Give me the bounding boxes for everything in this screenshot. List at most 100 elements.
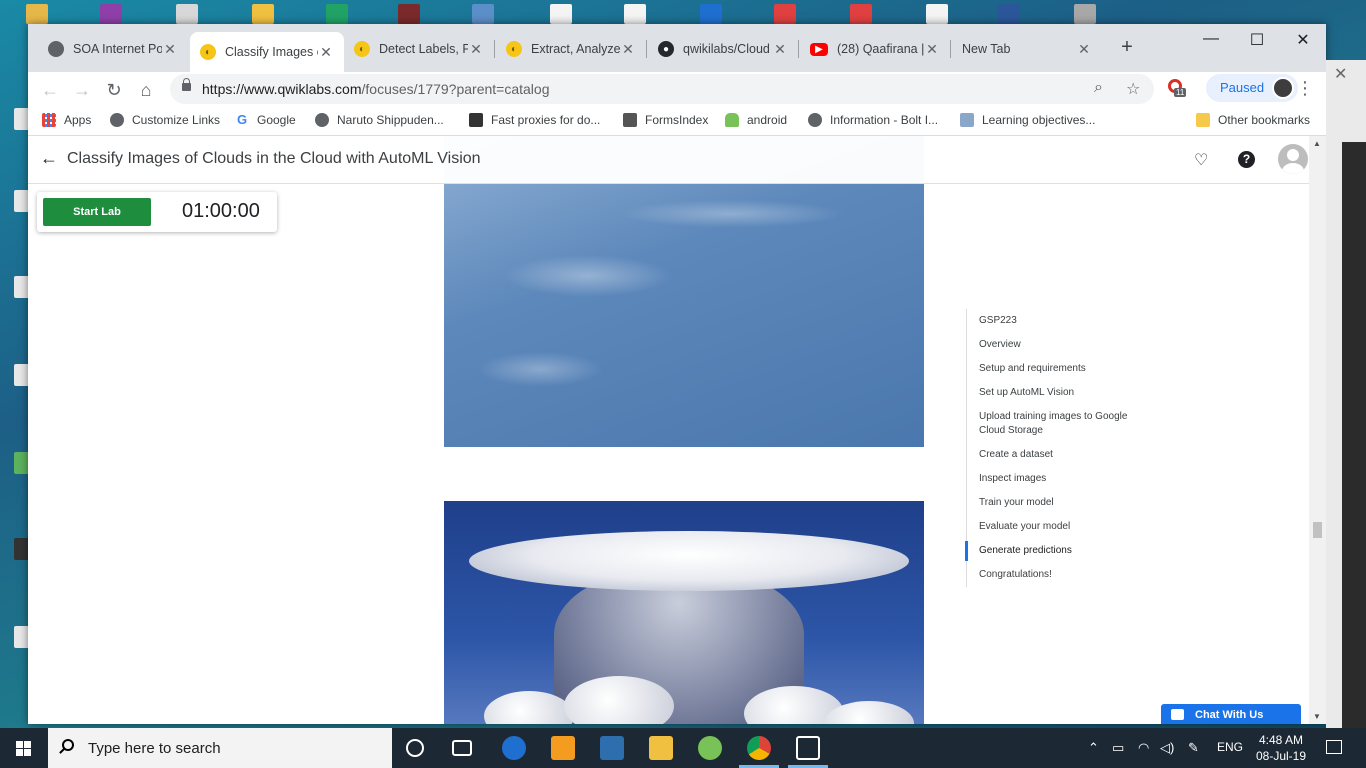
page-scrollbar[interactable]: ▲ ▼ bbox=[1309, 136, 1326, 724]
edge-icon[interactable] bbox=[502, 736, 526, 760]
toc-item-active[interactable]: Generate predictions bbox=[965, 539, 1146, 563]
toc-item[interactable]: Set up AutoML Vision bbox=[967, 381, 1146, 405]
bookmark-item[interactable]: Customize Links bbox=[110, 113, 220, 127]
desktop-pdf-icon[interactable] bbox=[774, 4, 796, 24]
desktop-folder-icon[interactable] bbox=[252, 4, 274, 24]
chat-with-us-button[interactable]: Chat With Us bbox=[1161, 704, 1301, 724]
bookmark-item[interactable]: Naruto Shippuden... bbox=[315, 113, 444, 127]
toc-item[interactable]: Create a dataset bbox=[967, 443, 1146, 467]
back-arrow-icon[interactable]: ← bbox=[40, 148, 58, 169]
desktop-pdf-icon[interactable] bbox=[176, 4, 198, 24]
account-avatar[interactable] bbox=[1278, 144, 1308, 174]
bookmark-label: android bbox=[747, 113, 788, 127]
address-bar[interactable]: https://www.qwiklabs.com/focuses/1779?pa… bbox=[170, 74, 1154, 104]
start-lab-button[interactable]: Start Lab bbox=[43, 198, 151, 226]
desktop-winrar-icon[interactable] bbox=[100, 4, 122, 24]
bookmark-item[interactable]: android bbox=[725, 113, 787, 127]
browser-tab[interactable]: ◐ Extract, Analyze, ✕ bbox=[496, 32, 646, 66]
close-tab-icon[interactable]: ✕ bbox=[162, 41, 178, 58]
language-indicator[interactable]: ENG bbox=[1217, 740, 1243, 754]
desktop-game-icon[interactable] bbox=[398, 4, 420, 24]
desktop-screenshot-icon[interactable] bbox=[472, 4, 494, 24]
minimize-button[interactable]: — bbox=[1188, 30, 1234, 48]
chevron-up-icon[interactable]: ⌃ bbox=[1088, 740, 1099, 756]
qwiklabs-icon: ◐ bbox=[200, 44, 216, 60]
notification-center-icon[interactable] bbox=[1326, 740, 1342, 754]
chrome-menu-icon[interactable]: ⋮ bbox=[1296, 78, 1314, 99]
toc-item[interactable]: Upload training images to Google Cloud S… bbox=[967, 405, 1146, 443]
close-tab-icon[interactable]: ✕ bbox=[1076, 41, 1092, 58]
home-button[interactable]: ⌂ bbox=[134, 78, 158, 102]
zoom-icon[interactable]: ⌕ bbox=[1094, 79, 1103, 97]
desktop-document-icon[interactable] bbox=[550, 4, 572, 24]
close-tab-icon[interactable]: ✕ bbox=[924, 41, 940, 58]
volume-icon[interactable]: ◁) bbox=[1160, 740, 1174, 756]
photos-icon[interactable] bbox=[796, 736, 820, 760]
other-bookmarks[interactable]: Other bookmarks bbox=[1196, 113, 1310, 127]
bookmark-label: Naruto Shippuden... bbox=[337, 113, 444, 127]
bookmark-item[interactable]: G Google bbox=[235, 113, 296, 127]
help-icon[interactable]: ? bbox=[1238, 151, 1255, 168]
toc-item[interactable]: Inspect images bbox=[967, 467, 1146, 491]
sublime-text-icon[interactable] bbox=[551, 736, 575, 760]
scrollbar-thumb[interactable] bbox=[1313, 522, 1322, 538]
close-tab-icon[interactable]: ✕ bbox=[318, 44, 334, 61]
cortana-icon[interactable] bbox=[406, 739, 424, 757]
browser-tab[interactable]: New Tab ✕ bbox=[952, 32, 1102, 66]
desktop-pdf-icon[interactable] bbox=[850, 4, 872, 24]
scroll-down-arrow-icon[interactable]: ▼ bbox=[1313, 712, 1321, 721]
close-tab-icon[interactable]: ✕ bbox=[468, 41, 484, 58]
bookmark-item[interactable]: FormsIndex bbox=[623, 113, 708, 127]
heart-icon[interactable]: ♡ bbox=[1194, 150, 1208, 170]
taskbar-search[interactable]: Type here to search bbox=[48, 728, 392, 768]
profile-button[interactable]: Paused bbox=[1206, 74, 1299, 102]
toc-item[interactable]: Evaluate your model bbox=[967, 515, 1146, 539]
bookmark-item[interactable]: Information - Bolt I... bbox=[808, 113, 938, 127]
close-tab-icon[interactable]: ✕ bbox=[620, 41, 636, 58]
desktop-word-icon[interactable] bbox=[998, 4, 1020, 24]
desktop-image-icon[interactable] bbox=[1074, 4, 1096, 24]
bookmark-star-icon[interactable]: ☆ bbox=[1126, 79, 1140, 99]
toc-item[interactable]: Overview bbox=[967, 333, 1146, 357]
toc-item[interactable]: Congratulations! bbox=[967, 563, 1146, 587]
browser-tab-active[interactable]: ◐ Classify Images c ✕ bbox=[190, 32, 344, 72]
close-icon[interactable]: ✕ bbox=[1334, 64, 1347, 84]
bookmark-item[interactable]: Fast proxies for do... bbox=[469, 113, 600, 127]
bookmark-item[interactable]: Learning objectives... bbox=[960, 113, 1095, 127]
scroll-up-arrow-icon[interactable]: ▲ bbox=[1313, 139, 1321, 148]
bookmark-apps[interactable]: Apps bbox=[42, 113, 91, 127]
sql-app-icon[interactable] bbox=[600, 736, 624, 760]
back-button[interactable]: ← bbox=[38, 78, 62, 102]
battery-icon[interactable]: ▭ bbox=[1112, 740, 1124, 756]
task-view-icon[interactable] bbox=[452, 740, 472, 756]
toc-item[interactable]: GSP223 bbox=[967, 309, 1146, 333]
start-button[interactable] bbox=[0, 728, 48, 768]
browser-tab[interactable]: SOA Internet Por ✕ bbox=[38, 32, 188, 66]
android-studio-icon[interactable] bbox=[698, 736, 722, 760]
browser-tab[interactable]: ▶ (28) Qaafirana | ✕ bbox=[800, 32, 950, 66]
wifi-icon[interactable]: ◠ bbox=[1138, 740, 1149, 756]
desktop-file-icon[interactable] bbox=[624, 4, 646, 24]
url-text[interactable]: https://www.qwiklabs.com/focuses/1779?pa… bbox=[202, 81, 549, 97]
new-tab-button[interactable]: + bbox=[1115, 36, 1139, 59]
browser-tab[interactable]: ◐ Detect Labels, Fa ✕ bbox=[344, 32, 494, 66]
toc-item[interactable]: Setup and requirements bbox=[967, 357, 1146, 381]
desktop-edge-icon[interactable] bbox=[700, 4, 722, 24]
desktop-file-icon[interactable] bbox=[926, 4, 948, 24]
file-explorer-icon[interactable] bbox=[649, 736, 673, 760]
desktop-excel-icon[interactable] bbox=[326, 4, 348, 24]
pen-icon[interactable]: ✎ bbox=[1188, 740, 1199, 756]
taskbar-clock[interactable]: 4:48 AM 08-Jul-19 bbox=[1250, 732, 1312, 764]
desktop-file-icon[interactable] bbox=[26, 4, 48, 24]
forward-button[interactable]: → bbox=[70, 78, 94, 102]
toc-item[interactable]: Train your model bbox=[967, 491, 1146, 515]
browser-tab[interactable]: ● qwikilabs/Cloud ✕ bbox=[648, 32, 798, 66]
close-tab-icon[interactable]: ✕ bbox=[772, 41, 788, 58]
background-window-panel bbox=[1342, 142, 1366, 728]
globe-icon bbox=[48, 41, 64, 57]
close-window-button[interactable]: ✕ bbox=[1280, 30, 1326, 50]
reload-button[interactable]: ↻ bbox=[102, 78, 126, 102]
chrome-icon[interactable] bbox=[747, 736, 771, 760]
maximize-button[interactable]: ☐ bbox=[1234, 30, 1280, 50]
extension-icon[interactable]: 11 bbox=[1166, 78, 1188, 100]
